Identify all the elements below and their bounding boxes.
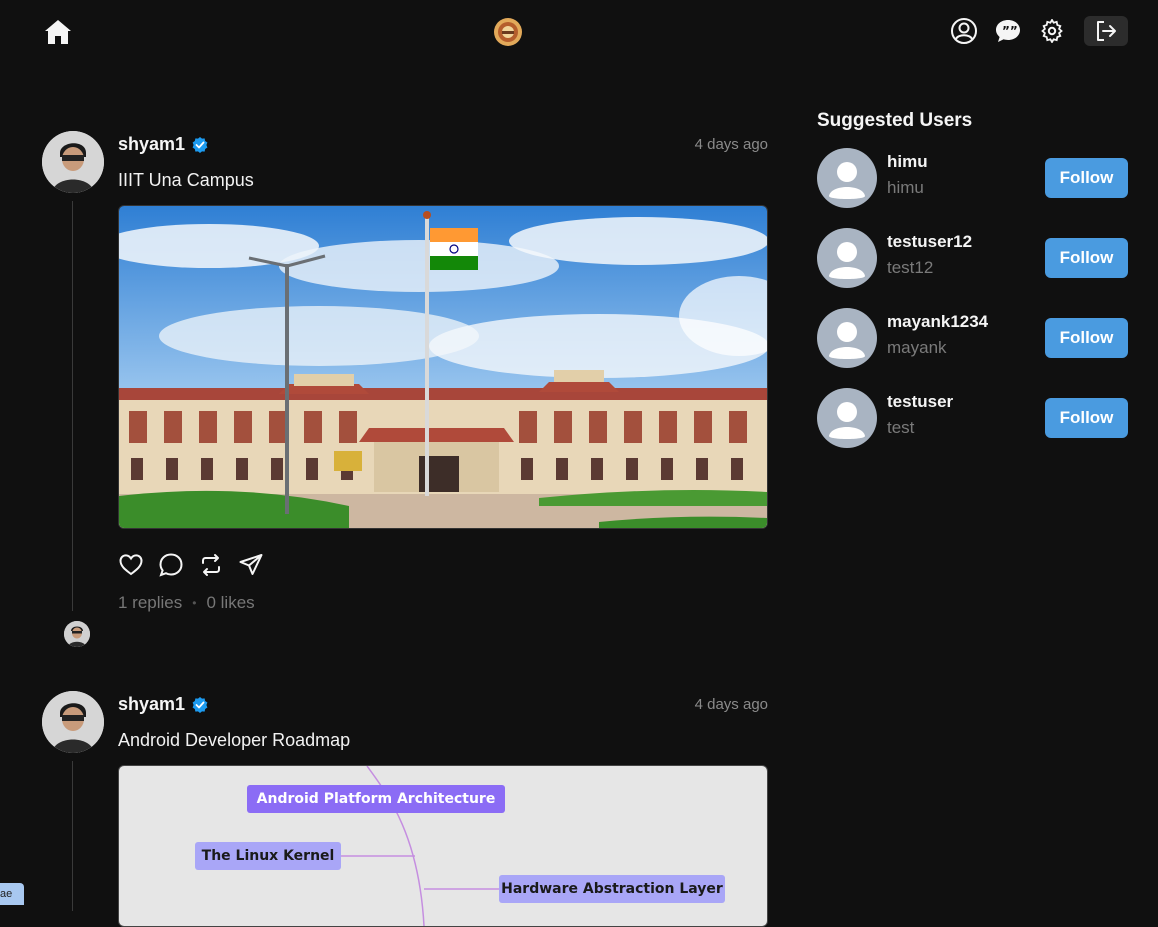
verified-icon bbox=[191, 696, 209, 714]
repost-icon[interactable] bbox=[198, 552, 224, 578]
suggested-user-name[interactable]: mayank1234 bbox=[887, 312, 988, 332]
institute-logo[interactable] bbox=[492, 16, 524, 48]
post-timestamp: 4 days ago bbox=[694, 136, 768, 153]
suggested-user-handle: mayank bbox=[887, 338, 947, 357]
svg-text:””: ”” bbox=[1002, 24, 1018, 38]
profile-icon[interactable] bbox=[946, 15, 982, 47]
corner-tab[interactable]: ae bbox=[0, 883, 24, 905]
suggested-user-row: himu himu Follow bbox=[817, 148, 1128, 228]
avatar[interactable] bbox=[42, 691, 104, 753]
default-avatar-icon[interactable] bbox=[817, 148, 877, 208]
roadmap-node: Android Platform Architecture bbox=[247, 785, 505, 813]
home-icon[interactable] bbox=[42, 16, 74, 48]
username-text[interactable]: shyam1 bbox=[118, 694, 185, 715]
follow-button[interactable]: Follow bbox=[1045, 318, 1128, 358]
suggested-user-name[interactable]: himu bbox=[887, 152, 928, 172]
avatar[interactable] bbox=[42, 131, 104, 193]
suggested-user-row: testuser12 test12 Follow bbox=[817, 228, 1128, 308]
suggested-users-panel: Suggested Users himu himu Follow testuse… bbox=[817, 108, 1128, 468]
default-avatar-icon[interactable] bbox=[817, 228, 877, 288]
roadmap-node: Hardware Abstraction Layer bbox=[499, 875, 725, 903]
thread-line bbox=[72, 201, 73, 611]
suggested-user-handle: himu bbox=[887, 178, 924, 197]
suggested-user-handle: test12 bbox=[887, 258, 934, 277]
chat-icon[interactable]: ”” bbox=[990, 15, 1026, 47]
post-username[interactable]: shyam1 bbox=[118, 694, 209, 715]
reply-avatar[interactable] bbox=[64, 621, 90, 647]
suggested-user-name[interactable]: testuser bbox=[887, 392, 953, 412]
post-text: IIIT Una Campus bbox=[118, 170, 254, 190]
post-image[interactable] bbox=[118, 205, 768, 529]
post-actions bbox=[118, 552, 264, 578]
suggested-user-row: mayank1234 mayank Follow bbox=[817, 308, 1128, 388]
share-icon[interactable] bbox=[238, 552, 264, 578]
post-text: Android Developer Roadmap bbox=[118, 730, 351, 750]
suggested-user-name[interactable]: testuser12 bbox=[887, 232, 972, 252]
suggested-users-title: Suggested Users bbox=[817, 110, 973, 131]
post-timestamp: 4 days ago bbox=[694, 696, 768, 713]
settings-icon[interactable] bbox=[1034, 15, 1070, 47]
username-text[interactable]: shyam1 bbox=[118, 134, 185, 155]
suggested-user-row: testuser test Follow bbox=[817, 388, 1128, 468]
follow-button[interactable]: Follow bbox=[1045, 398, 1128, 438]
default-avatar-icon[interactable] bbox=[817, 308, 877, 368]
post-username[interactable]: shyam1 bbox=[118, 134, 209, 155]
post-card: shyam1 4 days ago IIIT Una Campus 1 repl… bbox=[42, 131, 768, 661]
likes-count: 0 likes bbox=[206, 593, 255, 612]
reply-icon[interactable] bbox=[158, 552, 184, 578]
top-nav: ”” bbox=[0, 0, 1158, 64]
logout-icon[interactable] bbox=[1084, 16, 1128, 46]
like-icon[interactable] bbox=[118, 552, 144, 578]
post-stats: 1 replies • 0 likes bbox=[118, 593, 255, 613]
verified-icon bbox=[191, 136, 209, 154]
default-avatar-icon[interactable] bbox=[817, 388, 877, 448]
thread-line bbox=[72, 761, 73, 911]
replies-count[interactable]: 1 replies bbox=[118, 593, 182, 613]
separator-dot: • bbox=[192, 596, 197, 610]
roadmap-node: The Linux Kernel bbox=[195, 842, 341, 870]
follow-button[interactable]: Follow bbox=[1045, 158, 1128, 198]
follow-button[interactable]: Follow bbox=[1045, 238, 1128, 278]
suggested-user-handle: test bbox=[887, 418, 915, 437]
post-card: shyam1 4 days ago Android Developer Road… bbox=[42, 691, 768, 927]
